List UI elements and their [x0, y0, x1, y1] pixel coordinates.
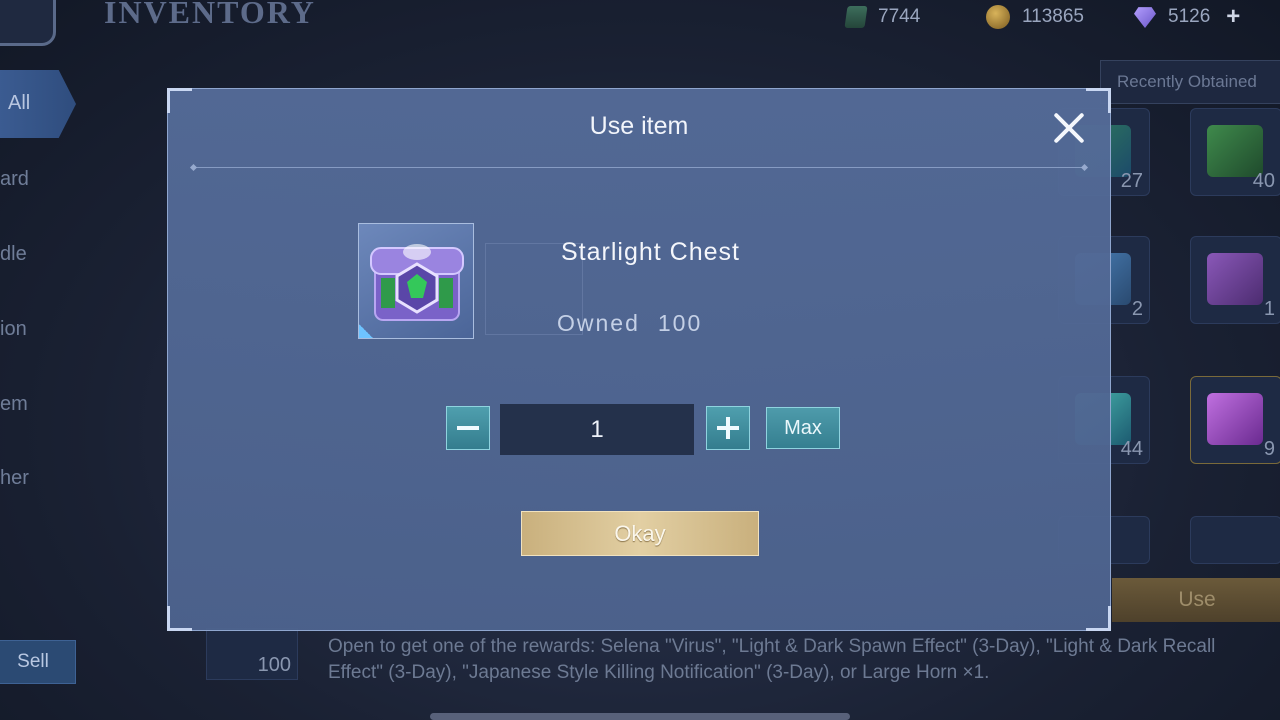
title-divider	[191, 167, 1087, 168]
back-button[interactable]	[0, 0, 56, 46]
diamond-value: 5126	[1168, 6, 1211, 27]
inventory-slot[interactable]	[1190, 516, 1280, 564]
increase-quantity-button[interactable]	[706, 406, 750, 450]
corner-ornament	[1086, 606, 1111, 631]
sidebar-item-card[interactable]: ard	[0, 168, 29, 191]
owned-value: 100	[657, 310, 703, 336]
purple-gift-icon	[1207, 253, 1263, 305]
decrease-quantity-button[interactable]	[446, 406, 490, 450]
selected-item-count: 100	[257, 654, 291, 676]
slot-count: 27	[1120, 170, 1143, 192]
dialog-title: Use item	[589, 112, 689, 140]
battle-point-ticket-icon	[844, 6, 868, 28]
slot-count: 40	[1252, 170, 1275, 192]
gold-coin-icon	[986, 5, 1010, 29]
sell-button[interactable]: Sell	[0, 640, 76, 684]
gold-value: 113865	[1022, 6, 1084, 27]
scrollbar[interactable]	[430, 713, 850, 720]
inventory-slot[interactable]: 1	[1190, 236, 1280, 324]
sidebar-item-label: All	[8, 92, 31, 114]
slot-count: 9	[1263, 438, 1275, 460]
item-name: Starlight Chest	[561, 238, 740, 266]
inventory-slot[interactable]: 9	[1190, 376, 1280, 464]
recently-obtained-sort[interactable]: Recently Obtained	[1100, 60, 1280, 104]
okay-button[interactable]: Okay	[521, 511, 759, 556]
battle-point-value: 7744	[878, 6, 921, 27]
owned-label: Owned	[557, 310, 640, 336]
corner-ornament	[167, 88, 192, 113]
purple-gem-icon	[1207, 393, 1263, 445]
diamond-icon	[1134, 7, 1156, 28]
battle-point-display: 7744	[844, 4, 921, 30]
sidebar-item-item[interactable]: em	[0, 393, 28, 416]
corner-ornament	[1086, 88, 1111, 113]
owned-count: Owned 100	[557, 310, 702, 337]
page-title: INVENTORY	[104, 0, 316, 30]
use-button[interactable]: Use	[1112, 578, 1280, 622]
corner-ornament	[167, 606, 192, 631]
inventory-slot[interactable]: 40	[1190, 108, 1280, 196]
slot-count: 44	[1120, 438, 1143, 460]
starlight-chest-icon	[370, 244, 464, 321]
sidebar-item-all[interactable]: All	[0, 70, 76, 138]
add-diamond-button[interactable]: +	[1226, 3, 1240, 31]
sidebar-item-bundle[interactable]: dle	[0, 243, 27, 266]
diamond-display: 5126 +	[1134, 3, 1240, 31]
sidebar-item-emotion[interactable]: ion	[0, 318, 27, 341]
slot-count: 2	[1131, 298, 1143, 320]
max-quantity-button[interactable]: Max	[766, 407, 840, 449]
use-item-dialog: Use item Starlight Chest Owned 100 Max Ok…	[167, 88, 1111, 631]
item-description: Open to get one of the rewards: Selena "…	[328, 636, 1216, 683]
item-image-frame	[358, 223, 474, 339]
selected-item-thumbnail: 100	[206, 628, 298, 680]
close-icon[interactable]	[1051, 110, 1087, 146]
slot-count: 1	[1263, 298, 1275, 320]
gold-display: 113865	[986, 4, 1084, 30]
sidebar-item-other[interactable]: her	[0, 467, 29, 490]
quantity-input[interactable]	[500, 404, 694, 455]
